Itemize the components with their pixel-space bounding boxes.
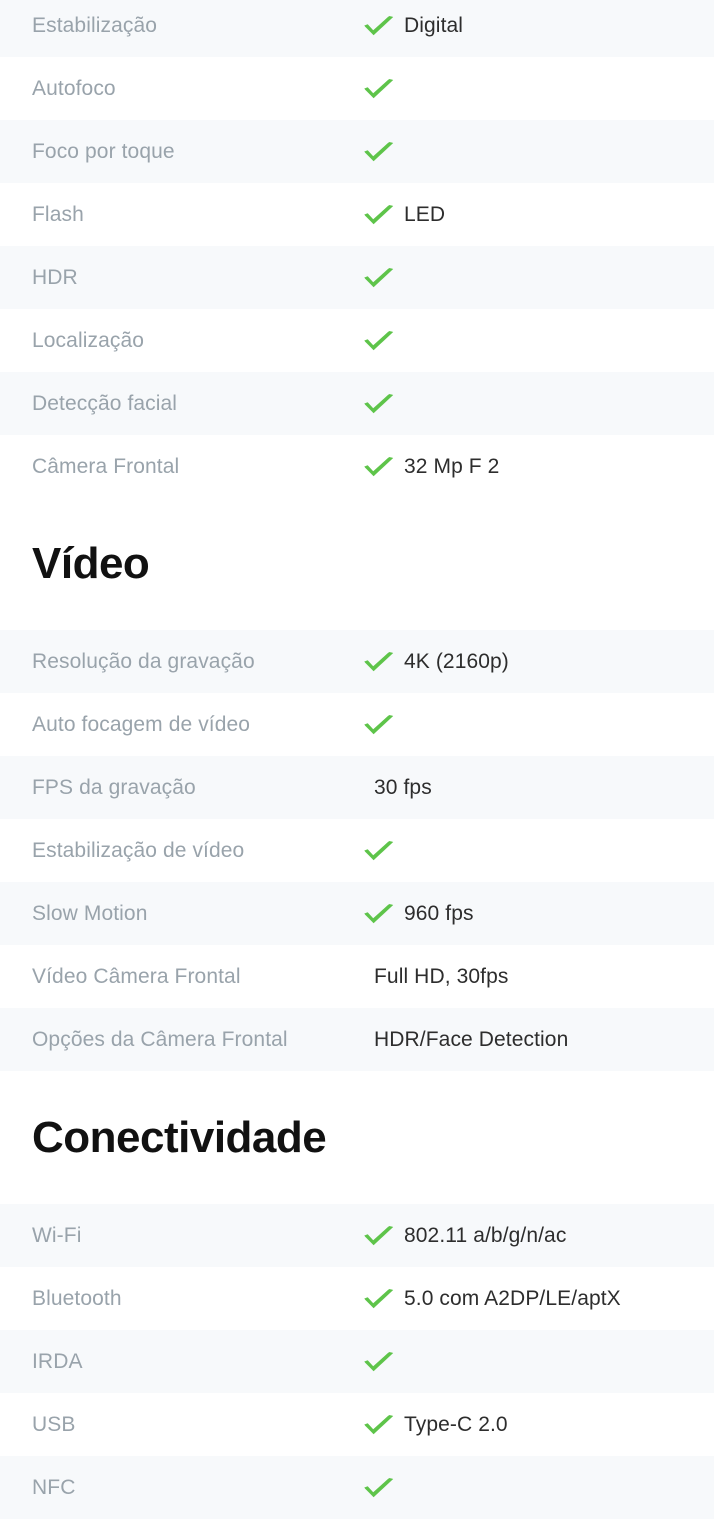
spec-row-label: Wi-Fi xyxy=(32,1224,82,1247)
spec-row: Resolução da gravação 4K (2160p) xyxy=(0,630,714,693)
spec-row-value-text: 5.0 com A2DP/LE/aptX xyxy=(404,1287,621,1310)
check-icon xyxy=(362,1224,396,1248)
section-heading: Vídeo xyxy=(0,542,150,586)
spec-row: NFC xyxy=(0,1456,714,1519)
check-icon xyxy=(362,1350,396,1374)
spec-row-value xyxy=(362,140,714,164)
spec-row: Autofoco xyxy=(0,57,714,120)
spec-row-value: 960 fps xyxy=(362,902,714,926)
spec-row-value-text: 32 Mp F 2 xyxy=(404,455,500,478)
spec-row: Foco por toque xyxy=(0,120,714,183)
check-icon xyxy=(362,839,396,863)
spec-row: Detecção facial xyxy=(0,372,714,435)
check-icon xyxy=(362,902,396,926)
spec-row-value-text: HDR/Face Detection xyxy=(374,1028,569,1051)
spec-row-value: HDR/Face Detection xyxy=(362,1029,714,1050)
check-icon xyxy=(362,329,396,353)
check-icon xyxy=(362,1413,396,1437)
check-icon xyxy=(362,650,396,674)
spec-row: HDR xyxy=(0,246,714,309)
spec-row: USB Type-C 2.0 xyxy=(0,1393,714,1456)
section-video: Vídeo xyxy=(0,498,714,630)
spec-row-label: USB xyxy=(32,1413,76,1436)
spec-row-label: Vídeo Câmera Frontal xyxy=(32,965,241,988)
spec-row-value-text: Digital xyxy=(404,14,464,37)
spec-row: Bluetooth 5.0 com A2DP/LE/aptX xyxy=(0,1267,714,1330)
spec-row-label: IRDA xyxy=(32,1350,83,1373)
spec-row-label: FPS da gravação xyxy=(32,776,196,799)
spec-row-value xyxy=(362,329,714,353)
spec-row-value: Full HD, 30fps xyxy=(362,966,714,987)
spec-row-label: Autofoco xyxy=(32,77,116,100)
spec-row-label: Câmera Frontal xyxy=(32,455,180,478)
section-conectividade: Conectividade xyxy=(0,1071,714,1204)
spec-row-label: Estabilização xyxy=(32,14,158,37)
spec-row-value xyxy=(362,77,714,101)
spec-row-label: Resolução da gravação xyxy=(32,650,255,673)
spec-row-value-text: Full HD, 30fps xyxy=(374,965,509,988)
spec-row-label: Estabilização de vídeo xyxy=(32,839,245,862)
spec-row-label: Detecção facial xyxy=(32,392,178,415)
spec-row-value-text: Type-C 2.0 xyxy=(404,1413,508,1436)
spec-row-value: 4K (2160p) xyxy=(362,650,714,674)
spec-row: Estabilização de vídeo xyxy=(0,819,714,882)
spec-row: Auto focagem de vídeo xyxy=(0,693,714,756)
spec-row: IRDA xyxy=(0,1330,714,1393)
check-icon xyxy=(362,77,396,101)
spec-row-value xyxy=(362,713,714,737)
spec-row-value: LED xyxy=(362,203,714,227)
spec-row: Vídeo Câmera Frontal Full HD, 30fps xyxy=(0,945,714,1008)
spec-row-value-text: 960 fps xyxy=(404,902,474,925)
spec-row-label: Slow Motion xyxy=(32,902,148,925)
spec-row-label: Flash xyxy=(32,203,84,226)
spec-row-value xyxy=(362,392,714,416)
spec-row-value-text: 4K (2160p) xyxy=(404,650,509,673)
spec-row-value: 30 fps xyxy=(362,777,714,798)
spec-row-value-text: 30 fps xyxy=(374,776,432,799)
spec-row: FPS da gravação 30 fps xyxy=(0,756,714,819)
spec-row-label: Opções da Câmera Frontal xyxy=(32,1028,288,1051)
spec-row-value-text: 802.11 a/b/g/n/ac xyxy=(404,1224,567,1247)
spec-row-label: Localização xyxy=(32,329,145,352)
spec-row-label: NFC xyxy=(32,1476,76,1499)
check-icon xyxy=(362,1287,396,1311)
check-icon xyxy=(362,203,396,227)
check-icon xyxy=(362,713,396,737)
check-icon xyxy=(362,455,396,479)
check-icon xyxy=(362,1476,396,1500)
spec-row: Opções da Câmera Frontal HDR/Face Detecti… xyxy=(0,1008,714,1071)
spec-row: Câmera Frontal 32 Mp F 2 xyxy=(0,435,714,498)
spec-row-value: 802.11 a/b/g/n/ac xyxy=(362,1224,714,1248)
spec-row-value: Digital xyxy=(362,14,714,38)
spec-row-label: HDR xyxy=(32,266,78,289)
spec-row-value xyxy=(362,839,714,863)
check-icon xyxy=(362,140,396,164)
spec-row: Estabilização Digital xyxy=(0,0,714,57)
spec-row-value: 5.0 com A2DP/LE/aptX xyxy=(362,1287,714,1311)
spec-row-label: Auto focagem de vídeo xyxy=(32,713,251,736)
spec-row-value xyxy=(362,1476,714,1500)
spec-row-label: Bluetooth xyxy=(32,1287,122,1310)
spec-row-value xyxy=(362,1350,714,1374)
spec-row-value xyxy=(362,266,714,290)
spec-row-value: 32 Mp F 2 xyxy=(362,455,714,479)
spec-row: Wi-Fi 802.11 a/b/g/n/ac xyxy=(0,1204,714,1267)
spec-row: Flash LED xyxy=(0,183,714,246)
spec-sheet: Estabilização Digital Autofoco Foco por toq… xyxy=(0,0,714,1519)
spec-row-value: Type-C 2.0 xyxy=(362,1413,714,1437)
spec-row: Localização xyxy=(0,309,714,372)
spec-row-value-text: LED xyxy=(404,203,446,226)
section-heading: Conectividade xyxy=(0,1115,327,1160)
check-icon xyxy=(362,392,396,416)
spec-row: Slow Motion 960 fps xyxy=(0,882,714,945)
spec-row-label: Foco por toque xyxy=(32,140,175,163)
check-icon xyxy=(362,14,396,38)
check-icon xyxy=(362,266,396,290)
